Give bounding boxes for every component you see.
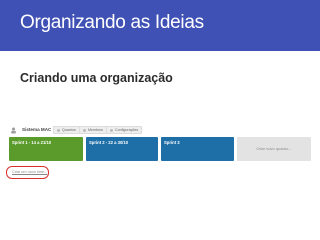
organization-header: Sistema MAC Quadros Membros Configuraçõe… <box>8 125 318 137</box>
boards-button[interactable]: Quadros <box>53 126 80 134</box>
organization-icon <box>11 127 16 134</box>
settings-button-label: Configurações <box>115 128 139 132</box>
slide-title: Organizando as Ideias <box>20 12 204 33</box>
members-button[interactable]: Membros <box>79 126 107 134</box>
board-card-label: Sprint 3 <box>164 139 180 145</box>
settings-button[interactable]: Configurações <box>106 126 143 134</box>
board-icon <box>57 128 60 132</box>
board-card-sprint-3[interactable]: Sprint 3 <box>161 137 234 161</box>
gear-icon <box>110 128 113 132</box>
title-banner: Organizando as Ideias <box>0 0 320 51</box>
members-icon <box>83 128 86 132</box>
board-card-label: Sprint 2 - 22 a 30/10 <box>89 139 129 145</box>
create-new-board-tile[interactable]: Criar novo quadro... <box>237 137 311 161</box>
organization-name: Sistema MAC <box>22 127 52 132</box>
create-new-board-label: Criar novo quadro... <box>256 146 292 151</box>
board-card-sprint-1[interactable]: Sprint 1 - 14 a 21/10 <box>9 137 83 161</box>
board-card-sprint-2[interactable]: Sprint 2 - 22 a 30/10 <box>86 137 158 161</box>
board-card-label: Sprint 1 - 14 a 21/10 <box>12 139 52 145</box>
members-button-label: Membros <box>88 128 103 132</box>
slide-subtitle: Criando uma organização <box>20 71 173 85</box>
highlight-circle <box>6 166 49 179</box>
boards-button-label: Quadros <box>62 128 76 132</box>
